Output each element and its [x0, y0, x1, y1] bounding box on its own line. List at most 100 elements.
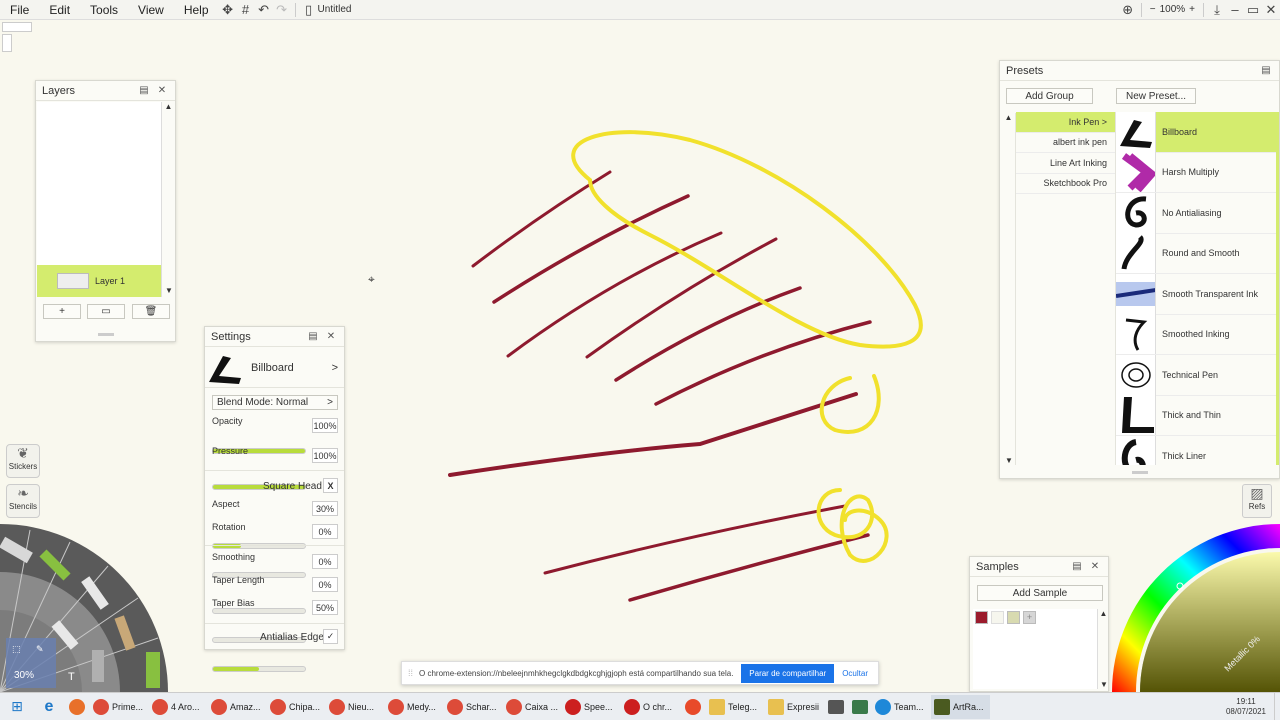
taper-bias-slider[interactable]: [212, 666, 306, 672]
new-preset-button[interactable]: New Preset...: [1116, 88, 1196, 104]
clock-date: 08/07/2021: [1225, 706, 1266, 716]
no-antialiasing-brush-icon: [1116, 192, 1156, 233]
delete-layer-button[interactable]: 🗑: [132, 304, 170, 319]
panel-menu-icon[interactable]: ▤: [137, 85, 151, 96]
groups-scrollbar[interactable]: ▲ ▼: [1002, 113, 1016, 465]
taskbar-item[interactable]: O chr...: [621, 695, 680, 719]
add-group-button[interactable]: ▭: [87, 304, 125, 319]
preset-item[interactable]: Smoothed Inking: [1116, 314, 1276, 355]
panel-menu-icon[interactable]: ▤: [1259, 65, 1273, 76]
aspect-slider[interactable]: [212, 543, 306, 549]
resize-grip[interactable]: [98, 333, 114, 336]
close-icon[interactable]: ✕: [155, 85, 169, 96]
text-tool-icon: T: [68, 671, 75, 683]
taskbar-item[interactable]: 4 Aro...: [149, 695, 208, 719]
billboard-brush-icon: [1116, 112, 1156, 152]
stop-sharing-button[interactable]: Parar de compartilhar: [741, 663, 835, 683]
color-wheel[interactable]: Metallic 0%: [1110, 522, 1280, 692]
taskbar-item[interactable]: Amaz...: [208, 695, 267, 719]
show-desktop-button[interactable]: [1274, 692, 1280, 720]
preset-group[interactable]: Line Art Inking: [1016, 153, 1115, 174]
rotation-value[interactable]: 0%: [312, 524, 338, 539]
preset-item[interactable]: Technical Pen: [1116, 354, 1276, 396]
preset-item[interactable]: Thick Liner: [1116, 435, 1276, 465]
layer-row[interactable]: Layer 1: [37, 265, 161, 297]
ie-icon[interactable]: e: [34, 698, 64, 716]
sample-swatch[interactable]: [975, 611, 988, 624]
preset-item[interactable]: Thick and Thin: [1116, 395, 1276, 436]
taskbar-item[interactable]: Chipa...: [267, 695, 326, 719]
tool-wheel[interactable]: ⬚ ✎ 30% T: [0, 520, 172, 692]
preset-group[interactable]: albert ink pen: [1016, 133, 1115, 153]
preset-item[interactable]: Smooth Transparent Ink: [1116, 273, 1276, 315]
ink-stroke: [492, 194, 690, 304]
add-sample-button[interactable]: Add Sample: [977, 585, 1103, 601]
layers-scrollbar[interactable]: ▲ ▼: [161, 102, 175, 297]
taper-bias-fill: [213, 667, 259, 671]
pressure-label: Pressure: [212, 446, 249, 456]
preset-selector[interactable]: Billboard >: [205, 348, 344, 388]
start-button[interactable]: ⊞: [0, 693, 34, 720]
resize-grip[interactable]: [1132, 471, 1148, 474]
preset-item-label: Smoothed Inking: [1162, 329, 1230, 340]
preset-item-label: Billboard: [1162, 126, 1198, 137]
taper-length-value[interactable]: 0%: [312, 577, 338, 592]
close-icon[interactable]: ✕: [324, 331, 338, 342]
sample-swatch[interactable]: [991, 611, 1004, 624]
preset-group[interactable]: Ink Pen >: [1016, 112, 1115, 133]
divider: [205, 470, 344, 471]
add-layer-button[interactable]: +: [43, 304, 81, 319]
monitor-icon[interactable]: [848, 699, 872, 714]
samples-scrollbar[interactable]: ▲ ▼: [1097, 609, 1109, 689]
smoothing-value[interactable]: 0%: [312, 554, 338, 569]
taskbar-item[interactable]: Expresii: [765, 695, 824, 719]
samples-title: Samples: [976, 560, 1019, 573]
clock[interactable]: 19:11 08/07/2021: [1226, 697, 1266, 717]
preset-item[interactable]: No Antialiasing: [1116, 192, 1276, 234]
taskbar-item[interactable]: Teleg...: [706, 695, 765, 719]
sample-swatch[interactable]: [1007, 611, 1020, 624]
camera-icon[interactable]: [824, 699, 848, 714]
preset-item[interactable]: Harsh Multiply: [1116, 152, 1276, 193]
taskbar-item[interactable]: Prime...: [90, 695, 149, 719]
refs-button[interactable]: ▨ Refs: [1242, 484, 1272, 518]
hide-button[interactable]: Ocultar: [838, 669, 872, 678]
taskbar-item[interactable]: Medy...: [385, 695, 444, 719]
preset-group[interactable]: Sketchbook Pro: [1016, 174, 1115, 194]
blend-mode-select[interactable]: Blend Mode: Normal >: [212, 395, 338, 410]
cursor-icon: ⌖: [368, 272, 375, 286]
antialias-checkbox[interactable]: ✓: [323, 629, 338, 644]
harsh-multiply-brush-icon: [1116, 152, 1156, 193]
square-head-checkbox[interactable]: X: [323, 478, 338, 493]
close-icon[interactable]: ✕: [1088, 561, 1102, 572]
stickers-button[interactable]: ❦ Stickers: [6, 444, 40, 478]
firefox-icon[interactable]: [64, 698, 90, 715]
app-icon[interactable]: [680, 698, 706, 715]
opacity-value[interactable]: 100%: [312, 418, 338, 433]
panel-menu-icon[interactable]: ▤: [306, 331, 320, 342]
preset-name: Billboard: [251, 361, 294, 374]
taskbar-item[interactable]: ArtRa...: [931, 694, 990, 719]
aspect-value[interactable]: 30%: [312, 501, 338, 516]
presets-panel: Presets ▤ Add Group New Preset... ▲ ▼ In…: [999, 60, 1280, 479]
highlight-stroke: [571, 130, 923, 349]
taskbar-item[interactable]: Caixa ...: [503, 695, 562, 719]
taskbar-item[interactable]: Schar...: [444, 695, 503, 719]
preset-item[interactable]: Billboard: [1116, 112, 1276, 153]
folder-icon: [709, 698, 725, 715]
pressure-value[interactable]: 100%: [312, 448, 338, 463]
sample-swatch[interactable]: +: [1023, 611, 1036, 624]
smoothing-slider[interactable]: [212, 608, 306, 614]
add-group-button[interactable]: Add Group: [1006, 88, 1093, 104]
taskbar-item[interactable]: Nieu...: [326, 695, 385, 719]
panel-menu-icon[interactable]: ▤: [1070, 561, 1084, 572]
select-icon: ⬚: [12, 644, 21, 654]
thick-liner-brush-icon: [1116, 435, 1156, 465]
taper-bias-value[interactable]: 50%: [312, 600, 338, 615]
highlight-stroke: [816, 488, 889, 563]
drag-handle-icon[interactable]: ⁞⁞: [408, 668, 413, 678]
taskbar-item[interactable]: Team...: [872, 695, 931, 719]
taskbar-item[interactable]: Spee...: [562, 695, 621, 719]
preset-item[interactable]: Round and Smooth: [1116, 233, 1276, 274]
stencils-button[interactable]: ❧ Stencils: [6, 484, 40, 518]
